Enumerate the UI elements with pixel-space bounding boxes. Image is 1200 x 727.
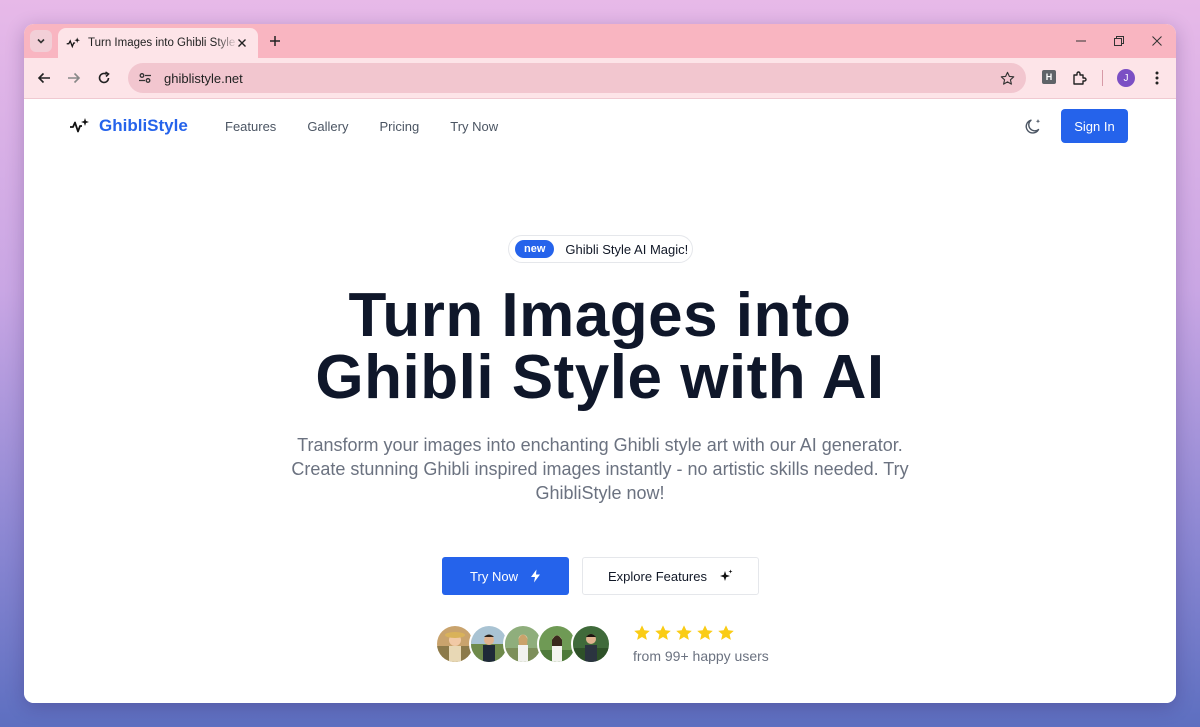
rating-block: from 99+ happy users (633, 624, 769, 664)
browser-menu-icon[interactable] (1148, 68, 1166, 88)
arrow-right-icon (68, 72, 81, 84)
toolbar-divider (1102, 70, 1103, 86)
social-proof: from 99+ happy users (435, 623, 769, 665)
rating-stars (633, 624, 769, 642)
announcement-badge[interactable]: new Ghibli Style AI Magic! (508, 235, 693, 263)
nav-link-features[interactable]: Features (225, 119, 276, 134)
minimize-button[interactable] (1062, 24, 1100, 58)
hero-subtitle: Transform your images into enchanting Gh… (291, 435, 909, 503)
tab-title: Turn Images into Ghibli Style with AI (88, 37, 238, 49)
star-icon (654, 624, 672, 642)
reload-button[interactable] (94, 68, 114, 88)
restore-button[interactable] (1100, 24, 1138, 58)
browser-toolbar: ghiblistyle.net H J (24, 58, 1176, 99)
explore-features-button[interactable]: Explore Features (582, 557, 759, 595)
address-bar[interactable]: ghiblistyle.net (128, 63, 1026, 93)
browser-window: Turn Images into Ghibli Style with AI (24, 24, 1176, 703)
star-icon (696, 624, 714, 642)
try-now-label: Try Now (470, 568, 518, 584)
lightning-icon (530, 569, 540, 583)
bookmark-star-icon[interactable] (998, 69, 1016, 87)
sparkles-icon (720, 569, 733, 581)
forward-button[interactable] (64, 68, 84, 88)
sparkle-pulse-icon (69, 116, 89, 136)
nav-link-try-now[interactable]: Try Now (450, 119, 498, 134)
star-icon (633, 624, 651, 642)
sign-in-button[interactable]: Sign In (1061, 109, 1128, 143)
plus-icon (270, 36, 280, 46)
minimize-icon (1076, 40, 1086, 42)
arrow-left-icon (37, 72, 50, 84)
avatar (571, 624, 611, 664)
star-icon (717, 624, 735, 642)
window-controls (1062, 24, 1176, 58)
tab-strip: Turn Images into Ghibli Style with AI (24, 24, 1176, 58)
site-header: GhibliStyle Features Gallery Pricing Try… (24, 99, 1176, 155)
theme-toggle-button[interactable] (1022, 116, 1044, 138)
tab-search-button[interactable] (30, 30, 52, 52)
happy-users-text: from 99+ happy users (633, 648, 769, 664)
site-info-icon[interactable] (134, 67, 156, 89)
reload-icon (98, 71, 110, 84)
nav-link-gallery[interactable]: Gallery (307, 119, 348, 134)
moon-icon (1025, 119, 1041, 134)
back-button[interactable] (34, 68, 54, 88)
restore-icon (1114, 36, 1124, 46)
hero-title-line-2: Ghibli Style with AI (315, 343, 885, 412)
new-badge: new (515, 240, 555, 258)
hero-title-line-1: Turn Images into (348, 281, 852, 350)
main-nav: Features Gallery Pricing Try Now (225, 119, 529, 134)
active-tab[interactable]: Turn Images into Ghibli Style with AI (58, 28, 258, 58)
new-tab-button[interactable] (266, 32, 284, 50)
close-icon (1152, 36, 1162, 46)
try-now-button[interactable]: Try Now (442, 557, 569, 595)
user-avatars (435, 624, 611, 664)
extension-h-icon[interactable]: H (1042, 70, 1056, 84)
url-text: ghiblistyle.net (164, 70, 243, 86)
site-logo[interactable]: GhibliStyle (69, 116, 188, 136)
close-tab-icon[interactable] (234, 35, 250, 51)
cta-row: Try Now Explore Features (24, 557, 1176, 595)
chevron-down-icon (37, 38, 45, 44)
brand-name: GhibliStyle (99, 116, 188, 135)
web-page: GhibliStyle Features Gallery Pricing Try… (24, 99, 1176, 703)
star-icon (675, 624, 693, 642)
nav-link-pricing[interactable]: Pricing (380, 119, 420, 134)
sparkle-pulse-icon (66, 36, 80, 50)
explore-features-label: Explore Features (608, 568, 707, 584)
profile-avatar[interactable]: J (1117, 69, 1135, 87)
hero-title: Turn Images into Ghibli Style with AI (24, 285, 1176, 409)
extensions-puzzle-icon[interactable] (1070, 68, 1090, 88)
badge-text: Ghibli Style AI Magic! (565, 241, 689, 257)
close-window-button[interactable] (1138, 24, 1176, 58)
